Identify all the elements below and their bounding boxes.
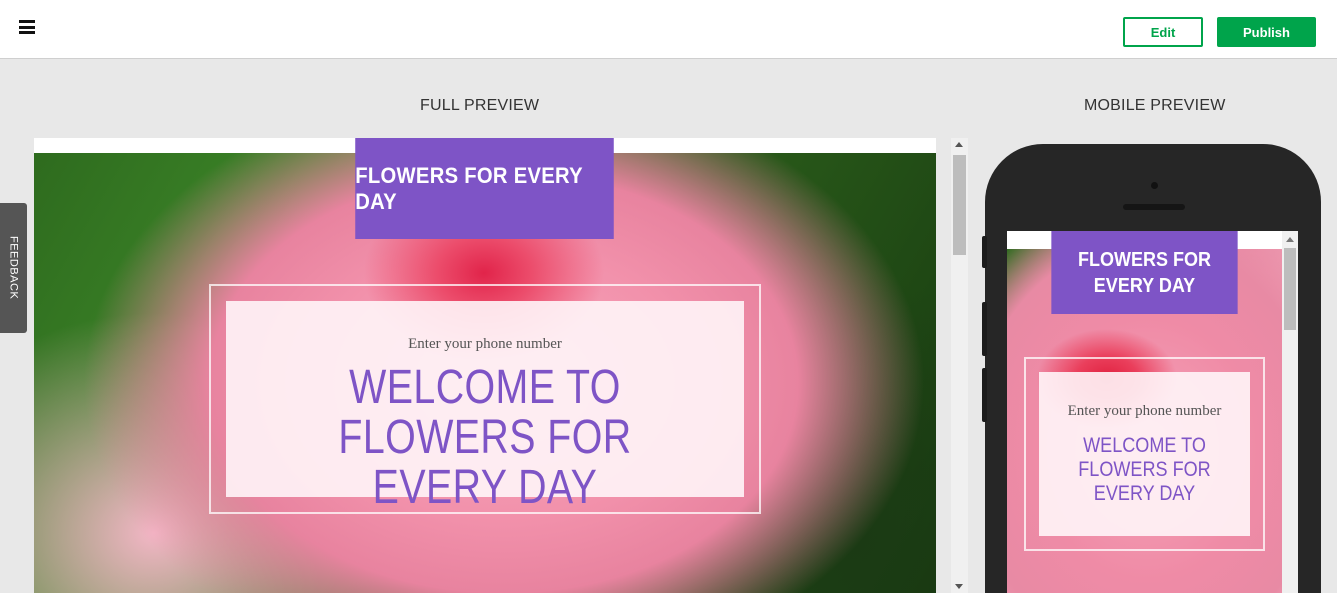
phone-side-button bbox=[982, 236, 987, 268]
hero-card: Enter your phone number WELCOME TO FLOWE… bbox=[226, 301, 744, 513]
scroll-down-icon[interactable] bbox=[955, 584, 963, 589]
full-preview-label: FULL PREVIEW bbox=[420, 97, 540, 114]
mobile-preview-screen: FLOWERS FOR EVERY DAY Enter your phone n… bbox=[1007, 231, 1298, 593]
edit-button[interactable]: Edit bbox=[1123, 17, 1203, 47]
feedback-tab[interactable]: FEEDBACK bbox=[0, 203, 27, 333]
site-banner[interactable]: FLOWERS FOR EVERY DAY bbox=[355, 138, 614, 239]
phone-camera-icon bbox=[1151, 182, 1158, 189]
feedback-label: FEEDBACK bbox=[7, 236, 20, 300]
phone-side-button bbox=[982, 302, 987, 356]
mobile-site-banner-title: FLOWERS FOR EVERY DAY bbox=[1077, 248, 1211, 297]
phone-side-button bbox=[982, 368, 987, 422]
phone-number-placeholder[interactable]: Enter your phone number bbox=[226, 336, 744, 353]
mobile-hero-card: Enter your phone number WELCOME TO FLOWE… bbox=[1039, 372, 1250, 536]
mobile-preview-label: MOBILE PREVIEW bbox=[1084, 97, 1226, 114]
mobile-welcome-heading: WELCOME TO FLOWERS FOR EVERY DAY bbox=[1078, 434, 1211, 505]
full-preview-frame: FLOWERS FOR EVERY DAY Enter your phone n… bbox=[34, 138, 936, 593]
mobile-scrollbar-thumb[interactable] bbox=[1284, 248, 1296, 330]
top-bar: Edit Publish bbox=[0, 0, 1337, 59]
welcome-heading: WELCOME TO FLOWERS FOR EVERY DAY bbox=[338, 361, 632, 514]
mobile-preview-scrollbar[interactable] bbox=[1282, 231, 1298, 593]
site-banner-title: FLOWERS FOR EVERY DAY bbox=[355, 162, 583, 214]
hamburger-icon[interactable] bbox=[19, 20, 35, 34]
mobile-phone-number-placeholder[interactable]: Enter your phone number bbox=[1039, 398, 1250, 424]
phone-speaker-icon bbox=[1123, 204, 1185, 210]
mobile-site-banner[interactable]: FLOWERS FOR EVERY DAY bbox=[1051, 231, 1238, 314]
mobile-scroll-up-icon[interactable] bbox=[1286, 237, 1294, 242]
publish-button[interactable]: Publish bbox=[1217, 17, 1316, 47]
scrollbar-thumb[interactable] bbox=[953, 155, 966, 255]
scroll-up-icon[interactable] bbox=[955, 142, 963, 147]
full-preview-scrollbar[interactable] bbox=[951, 138, 968, 593]
